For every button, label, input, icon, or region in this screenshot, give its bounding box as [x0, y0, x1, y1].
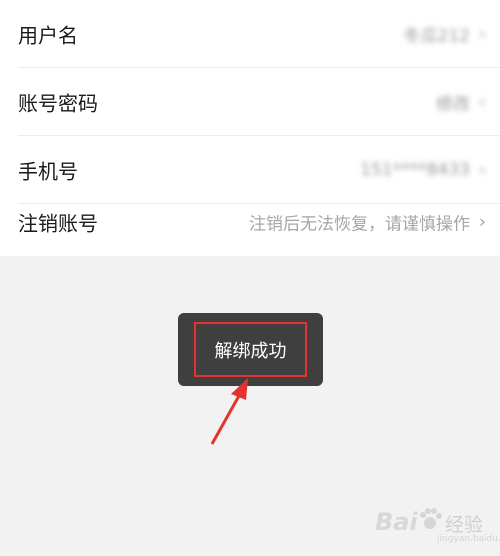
paw-icon [420, 508, 442, 529]
watermark-brand: 经验 [445, 514, 484, 536]
watermark-logo: Bai [375, 508, 418, 536]
watermark: Bai 经验 jingyan.baidu.com [375, 500, 500, 550]
watermark-url: jingyan.baidu.com [437, 534, 500, 544]
annotation-arrow-icon [210, 378, 248, 445]
